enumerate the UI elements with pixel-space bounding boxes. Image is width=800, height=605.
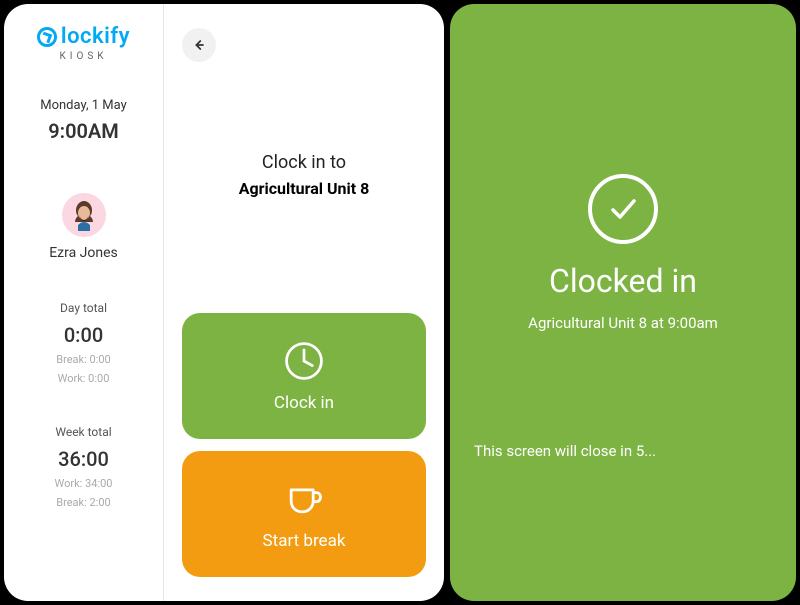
week-total-label: Week total <box>55 425 111 439</box>
check-icon <box>605 191 641 227</box>
closing-message: This screen will close in 5... <box>450 442 656 460</box>
confirmation-title: Clocked in <box>549 262 697 300</box>
clock-in-button[interactable]: Clock in <box>182 313 426 439</box>
week-total-value: 36:00 <box>58 447 109 471</box>
confirmation-panel: Clocked in Agricultural Unit 8 at 9:00am… <box>450 4 796 601</box>
brand-name: lockify <box>61 24 130 49</box>
main-panel: Clock in to Agricultural Unit 8 Clock in… <box>164 4 444 601</box>
kiosk-panel: lockify KIOSK Monday, 1 May 9:00AM Ezra … <box>4 4 444 601</box>
heading-subject: Agricultural Unit 8 <box>182 179 426 198</box>
heading-title: Clock in to <box>182 152 426 173</box>
user-name: Ezra Jones <box>49 245 118 261</box>
cup-icon <box>282 477 326 521</box>
current-date: Monday, 1 May <box>40 98 127 113</box>
check-circle-icon <box>588 174 658 244</box>
brand-subtitle: KIOSK <box>59 51 107 62</box>
day-work: Work: 0:00 <box>58 372 110 385</box>
week-break: Break: 2:00 <box>56 496 110 509</box>
start-break-label: Start break <box>263 531 346 551</box>
week-work: Work: 34:00 <box>55 477 113 490</box>
heading: Clock in to Agricultural Unit 8 <box>182 152 426 198</box>
day-break: Break: 0:00 <box>56 353 110 366</box>
start-break-button[interactable]: Start break <box>182 451 426 577</box>
action-buttons: Clock in Start break <box>182 313 426 583</box>
back-button[interactable] <box>182 28 216 62</box>
day-total-label: Day total <box>60 301 107 315</box>
day-total-value: 0:00 <box>64 323 103 347</box>
clock-in-label: Clock in <box>274 393 334 413</box>
brand-logo: lockify <box>37 24 130 49</box>
clock-icon <box>282 339 326 383</box>
sidebar: lockify KIOSK Monday, 1 May 9:00AM Ezra … <box>4 4 164 601</box>
avatar <box>62 193 106 237</box>
current-time: 9:00AM <box>48 119 119 143</box>
clock-logo-icon <box>37 27 57 47</box>
arrow-left-icon <box>191 37 207 53</box>
confirmation-detail: Agricultural Unit 8 at 9:00am <box>528 314 718 332</box>
avatar-illustration <box>64 195 104 235</box>
